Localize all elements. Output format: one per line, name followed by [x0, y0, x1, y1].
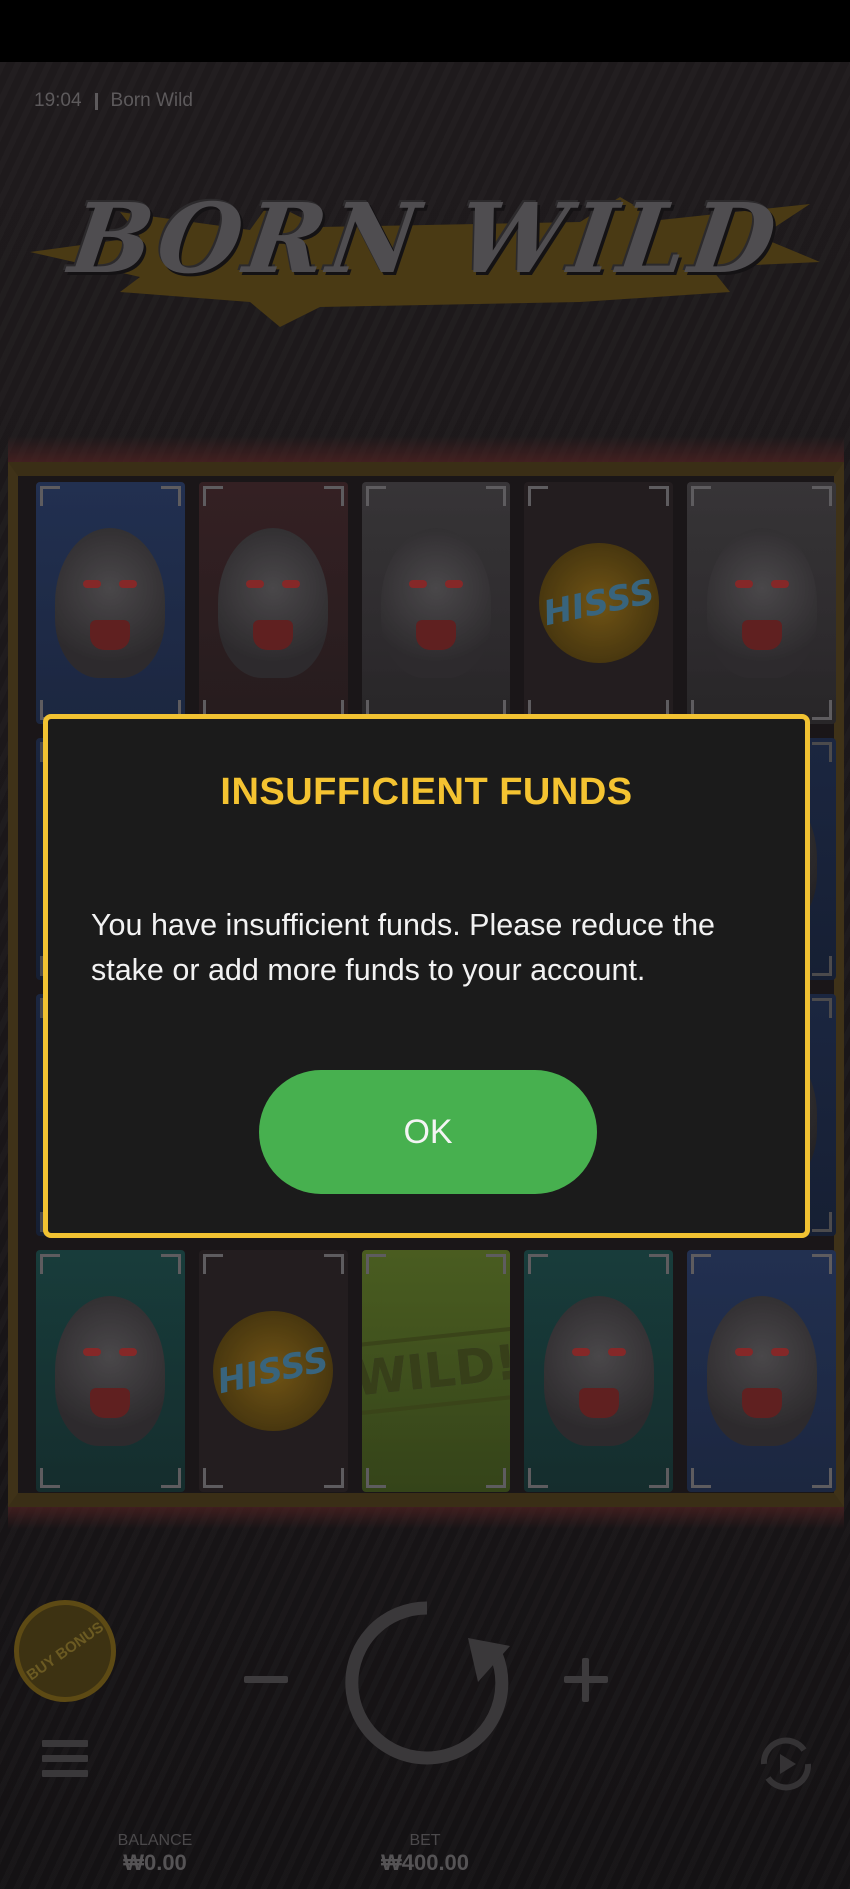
- insufficient-funds-dialog: INSUFFICIENT FUNDS You have insufficient…: [43, 714, 810, 1238]
- ok-button[interactable]: OK: [259, 1070, 597, 1194]
- dialog-title: INSUFFICIENT FUNDS: [220, 771, 633, 813]
- dialog-overlay: INSUFFICIENT FUNDS You have insufficient…: [0, 0, 850, 1889]
- dialog-message: You have insufficient funds. Please redu…: [91, 908, 715, 987]
